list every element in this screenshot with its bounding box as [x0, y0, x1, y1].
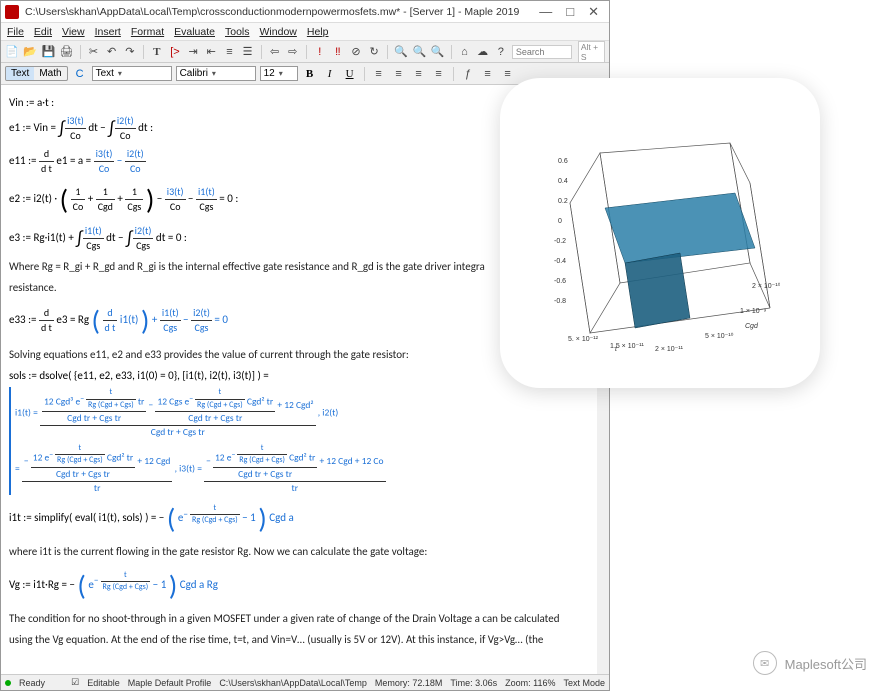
attribution: ✉ Maplesoft公司 — [753, 651, 867, 675]
svg-text:2 × 10⁻¹¹: 2 × 10⁻¹¹ — [655, 346, 684, 353]
eq-vg: Vg := i1t·Rg = − ( e− tRg (Cgd + Cgs) − … — [9, 566, 589, 605]
format-toolbar: Text Math C Text Calibri 12 B I U ≡ ≡ ≡ … — [1, 63, 609, 85]
stop-icon[interactable]: ⊘ — [349, 44, 363, 60]
main-toolbar: 📄 📂 💾 🖨 ✂ ↶ ↷ T [> ⇥ ⇤ ≡ ☰ ⇦ ⇨ ! ‼ ⊘ ↻ 🔍… — [1, 41, 609, 63]
new-icon[interactable]: 📄 — [5, 44, 19, 60]
menu-file[interactable]: File — [7, 26, 24, 38]
zoom-in-icon[interactable]: 🔍 — [394, 44, 408, 60]
forward-icon[interactable]: ⇨ — [286, 44, 300, 60]
wechat-icon: ✉ — [753, 651, 777, 675]
status-zoom: Zoom: 116% — [505, 678, 555, 688]
menu-tools[interactable]: Tools — [225, 26, 250, 38]
section-icon[interactable]: ≡ — [222, 44, 236, 60]
svg-text:0.6: 0.6 — [558, 158, 568, 165]
mode-text[interactable]: Text — [6, 67, 34, 80]
search-input[interactable] — [512, 45, 572, 59]
func-icon[interactable]: ƒ — [460, 66, 476, 82]
help-icon[interactable]: ? — [494, 44, 508, 60]
svg-text:1 × 10⁻⁹: 1 × 10⁻⁹ — [740, 308, 766, 315]
svg-text:0: 0 — [558, 218, 562, 225]
eq-sols: sols := dsolve( {e11, e2, e33, i1(0) = 0… — [9, 368, 589, 383]
window-title: C:\Users\skhan\AppData\Local\Temp\crossc… — [25, 6, 539, 18]
status-time: Time: 3.06s — [450, 678, 497, 688]
menu-evaluate[interactable]: Evaluate — [174, 26, 215, 38]
align-center-icon[interactable]: ≡ — [391, 66, 407, 82]
home-icon[interactable]: ⌂ — [457, 44, 471, 60]
menu-help[interactable]: Help — [307, 26, 329, 38]
app-icon — [5, 5, 19, 19]
redo-icon[interactable]: ↷ — [123, 44, 137, 60]
menu-view[interactable]: View — [62, 26, 85, 38]
menu-insert[interactable]: Insert — [95, 26, 121, 38]
align-right-icon[interactable]: ≡ — [411, 66, 427, 82]
svg-text:5 × 10⁻¹⁰: 5 × 10⁻¹⁰ — [705, 332, 734, 340]
insert-text-icon[interactable]: T — [150, 44, 164, 60]
menu-edit[interactable]: Edit — [34, 26, 52, 38]
attribution-text: Maplesoft公司 — [785, 654, 867, 673]
indent-icon[interactable]: ⇥ — [186, 44, 200, 60]
cut-icon[interactable]: ✂ — [86, 44, 100, 60]
undo-icon[interactable]: ↶ — [105, 44, 119, 60]
svg-text:0.4: 0.4 — [558, 178, 568, 185]
italic-button[interactable]: I — [322, 66, 338, 82]
svg-text:0.2: 0.2 — [558, 198, 568, 205]
menu-bar: File Edit View Insert Format Evaluate To… — [1, 23, 609, 41]
font-select[interactable]: Calibri — [176, 66, 256, 81]
status-memory: Memory: 72.18M — [375, 678, 443, 688]
maximize-button[interactable]: □ — [566, 4, 574, 20]
zoom-out-icon[interactable]: 🔍 — [412, 44, 426, 60]
outdent-icon[interactable]: ⇤ — [204, 44, 218, 60]
status-editable: Editable — [87, 678, 120, 688]
print-icon[interactable]: 🖨 — [59, 44, 73, 60]
list-bullet-icon[interactable]: ≡ — [500, 66, 516, 82]
svg-text:-0.8: -0.8 — [554, 298, 566, 305]
execute-icon[interactable]: ! — [313, 44, 327, 60]
status-profile: Maple Default Profile — [128, 678, 212, 688]
text-cond1: The condition for no shoot-through in a … — [9, 611, 589, 626]
close-button[interactable]: ✕ — [588, 4, 599, 20]
subsection-icon[interactable]: ☰ — [240, 44, 254, 60]
zoom-100-icon[interactable]: 🔍 — [430, 44, 444, 60]
svg-text:2 × 10⁻¹⁰: 2 × 10⁻¹⁰ — [752, 282, 780, 290]
svg-text:-0.2: -0.2 — [554, 238, 566, 245]
font-size-select[interactable]: 12 — [260, 66, 298, 81]
execute-all-icon[interactable]: ‼ — [331, 44, 345, 60]
eq-i1t: i1t := simplify( eval( i1(t), sols) ) = … — [9, 499, 589, 538]
text-cond2: using the Vg equation. At the end of the… — [9, 632, 589, 647]
sols-result: i1(t) = 12 Cgd³ e− tRg (Cgd + Cgs) trCgd… — [9, 387, 589, 495]
underline-button[interactable]: U — [342, 66, 358, 82]
restart-icon[interactable]: ↻ — [367, 44, 381, 60]
cloud-icon[interactable]: ☁ — [476, 44, 490, 60]
text-where2: where i1t is the current flowing in the … — [9, 544, 589, 559]
menu-format[interactable]: Format — [131, 26, 164, 38]
back-icon[interactable]: ⇦ — [268, 44, 282, 60]
menu-window[interactable]: Window — [260, 26, 297, 38]
mode-math[interactable]: Math — [34, 67, 66, 80]
open-icon[interactable]: 📂 — [23, 44, 37, 60]
svg-text:5. × 10⁻¹²: 5. × 10⁻¹² — [568, 336, 599, 343]
surface-plot-3d: 0.6 0.4 0.2 0 -0.2 -0.4 -0.6 -0.8 5. × 1… — [540, 113, 780, 353]
shortcut-hint: Alt + S — [578, 41, 605, 63]
bold-button[interactable]: B — [302, 66, 318, 82]
mode-toggle[interactable]: Text Math — [5, 66, 68, 81]
status-indicator-icon — [5, 680, 11, 686]
svg-text:-0.4: -0.4 — [554, 258, 566, 265]
svg-text:Cgd: Cgd — [745, 323, 759, 330]
save-icon[interactable]: 💾 — [41, 44, 55, 60]
list-num-icon[interactable]: ≡ — [480, 66, 496, 82]
paragraph-style-select[interactable]: Text — [92, 66, 172, 81]
align-justify-icon[interactable]: ≡ — [431, 66, 447, 82]
align-left-icon[interactable]: ≡ — [371, 66, 387, 82]
status-bar: Ready ☑Editable Maple Default Profile C:… — [1, 674, 609, 690]
minimize-button[interactable]: — — [539, 4, 552, 20]
insert-prompt-icon[interactable]: [> — [168, 44, 182, 60]
status-ready: Ready — [19, 678, 45, 688]
plot-panel-3d: 0.6 0.4 0.2 0 -0.2 -0.4 -0.6 -0.8 5. × 1… — [500, 78, 820, 388]
status-mode: Text Mode — [563, 678, 605, 688]
svg-text:-0.6: -0.6 — [554, 278, 566, 285]
refresh-icon[interactable]: C — [72, 66, 88, 82]
titlebar: C:\Users\skhan\AppData\Local\Temp\crossc… — [1, 1, 609, 23]
status-path: C:\Users\skhan\AppData\Local\Temp — [219, 678, 367, 688]
